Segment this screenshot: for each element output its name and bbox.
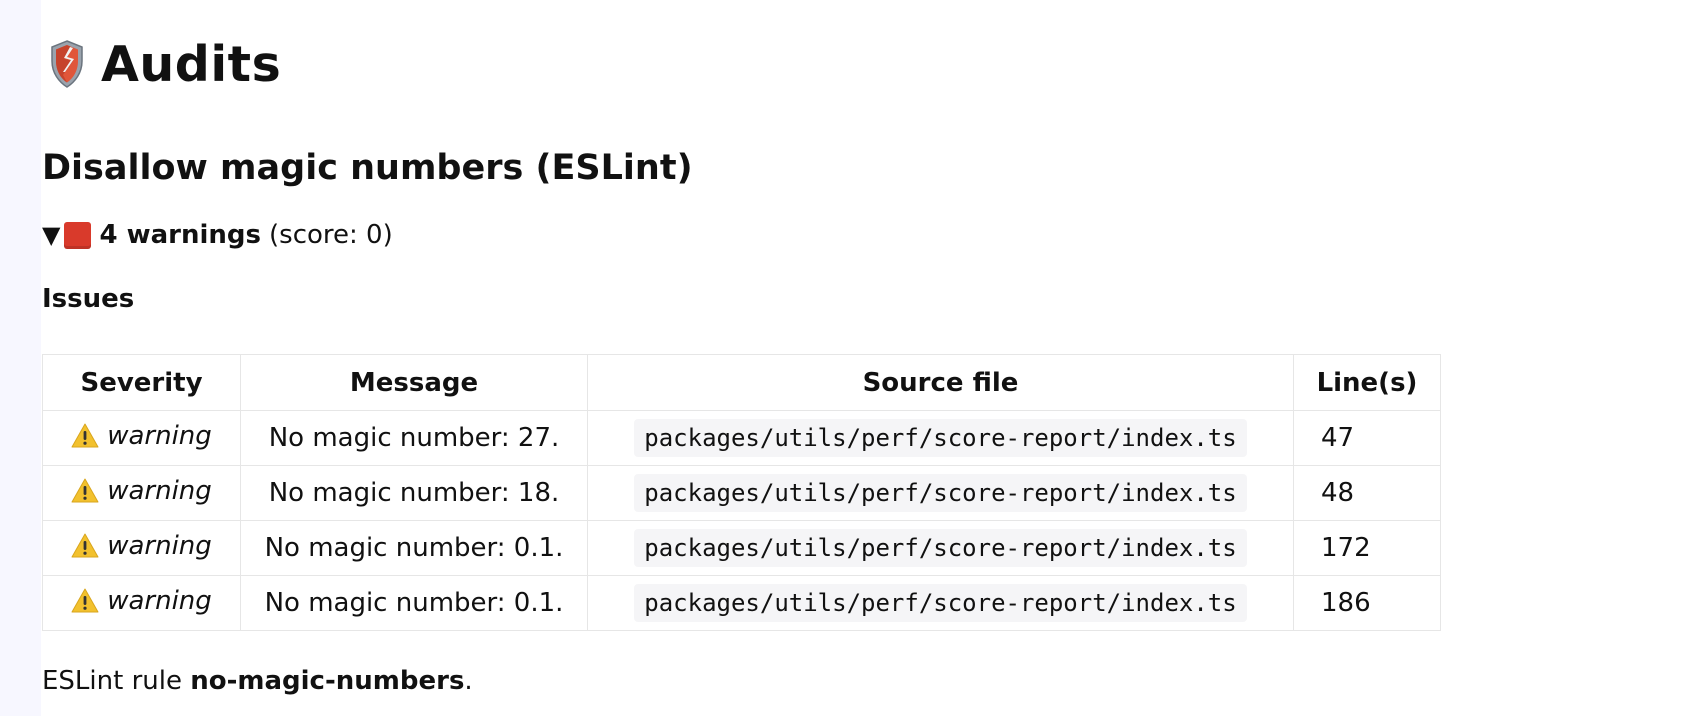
message-cell: No magic number: 27. [240, 410, 588, 466]
rule-name: no-magic-numbers [190, 666, 465, 696]
red-square-icon [64, 221, 92, 249]
severity-label: warning [107, 420, 212, 451]
message-cell: No magic number: 0.1. [240, 575, 588, 631]
header-severity: Severity [42, 354, 241, 411]
table-row: warning No magic number: 18. packages/ut… [42, 465, 1441, 521]
severity-label: warning [107, 530, 212, 561]
message-cell: No magic number: 18. [240, 465, 588, 521]
warning-icon [71, 478, 99, 502]
source-file-path: packages/utils/perf/score-report/index.t… [634, 529, 1247, 567]
rule-note-prefix: ESLint rule [42, 666, 191, 696]
warning-count: 4 warnings [99, 220, 262, 250]
triangle-down-icon: ▼ [42, 221, 61, 249]
source-file-cell: packages/utils/perf/score-report/index.t… [587, 465, 1294, 521]
audit-score: (score: 0) [269, 220, 393, 250]
line-cell: 186 [1293, 575, 1441, 631]
source-file-path: packages/utils/perf/score-report/index.t… [634, 584, 1247, 622]
message-cell: No magic number: 0.1. [240, 520, 588, 576]
table-header-row: Severity Message Source file Line(s) [42, 354, 1441, 411]
line-cell: 172 [1293, 520, 1441, 576]
severity-cell: warning [42, 410, 241, 466]
issues-heading: Issues [42, 284, 135, 314]
header-source-file: Source file [587, 354, 1294, 411]
source-file-cell: packages/utils/perf/score-report/index.t… [587, 520, 1294, 576]
header-message: Message [240, 354, 588, 411]
source-file-cell: packages/utils/perf/score-report/index.t… [587, 575, 1294, 631]
issues-table: Severity Message Source file Line(s) war… [42, 354, 1441, 631]
line-cell: 47 [1293, 410, 1441, 466]
severity-cell: warning [42, 520, 241, 576]
audit-title: Disallow magic numbers (ESLint) [42, 148, 693, 188]
severity-cell: warning [42, 465, 241, 521]
report-content: Audits Disallow magic numbers (ESLint) ▼… [42, 0, 1642, 696]
source-file-path: packages/utils/perf/score-report/index.t… [634, 419, 1247, 457]
audit-summary-toggle[interactable]: ▼ 4 warnings (score: 0) [42, 218, 393, 252]
line-cell: 48 [1293, 465, 1441, 521]
page-header: Audits [42, 34, 1642, 94]
left-sidebar-strip [0, 0, 41, 716]
header-lines: Line(s) [1293, 354, 1441, 411]
table-row: warning No magic number: 27. packages/ut… [42, 410, 1441, 466]
source-file-path: packages/utils/perf/score-report/index.t… [634, 474, 1247, 512]
rule-note: ESLint rule no-magic-numbers. [42, 666, 473, 696]
severity-cell: warning [42, 575, 241, 631]
severity-label: warning [107, 585, 212, 616]
table-row: warning No magic number: 0.1. packages/u… [42, 520, 1441, 576]
warning-icon [71, 533, 99, 557]
shield-icon [51, 40, 83, 88]
page-title: Audits [101, 35, 282, 93]
table-row: warning No magic number: 0.1. packages/u… [42, 575, 1441, 631]
source-file-cell: packages/utils/perf/score-report/index.t… [587, 410, 1294, 466]
warning-icon [71, 588, 99, 612]
rule-note-suffix: . [464, 666, 473, 696]
severity-label: warning [107, 475, 212, 506]
warning-icon [71, 423, 99, 447]
